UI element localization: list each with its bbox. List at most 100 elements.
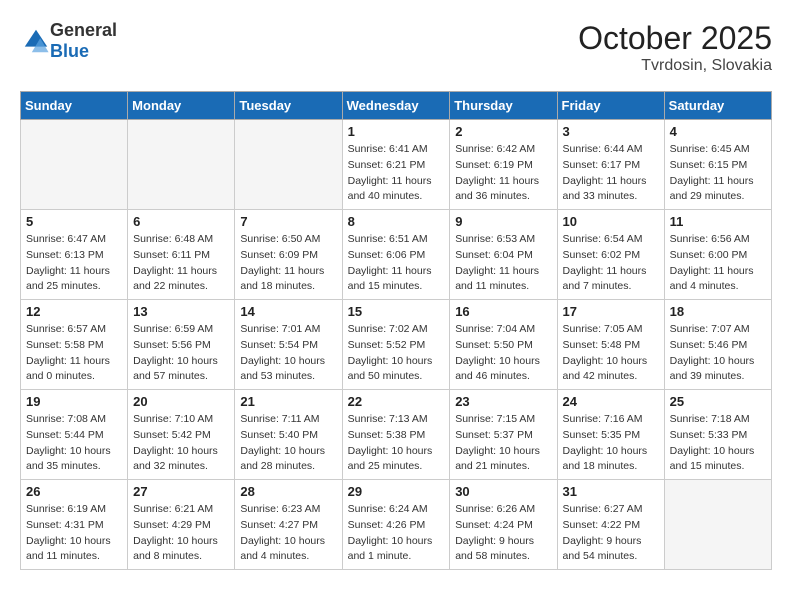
day-number: 18 <box>670 304 766 319</box>
calendar-cell: 7Sunrise: 6:50 AMSunset: 6:09 PMDaylight… <box>235 210 342 300</box>
calendar-cell: 10 Sunrise: 6:54 AMSunset: 6:02 PMDayligh… <box>557 210 664 300</box>
day-info: Sunrise: 7:18 AMSunset: 5:33 PMDaylight:… <box>670 412 766 475</box>
calendar-cell: 6 Sunrise: 6:48 AMSunset: 6:11 PMDaylight… <box>128 210 235 300</box>
calendar-cell: 26 Sunrise: 6:19 AMSunset: 4:31 PMDayligh… <box>21 480 128 570</box>
day-number: 13 <box>133 304 229 319</box>
day-info: Sunrise: 7:13 AMSunset: 5:38 PMDaylight:… <box>348 412 445 475</box>
day-number: 11 <box>670 214 766 229</box>
calendar-cell: 18 Sunrise: 7:07 AMSunset: 5:46 PMDayligh… <box>664 300 771 390</box>
day-number: 5 <box>26 214 122 229</box>
weekday-header-saturday: Saturday <box>664 92 771 120</box>
page-header: General Blue October 2025 Tvrdosin, Slov… <box>20 20 772 75</box>
calendar-cell: 15Sunrise: 7:02 AMSunset: 5:52 PMDayligh… <box>342 300 450 390</box>
weekday-header-friday: Friday <box>557 92 664 120</box>
day-info: Sunrise: 6:50 AMSunset: 6:09 PMDaylight:… <box>240 232 336 295</box>
day-info: Sunrise: 6:48 AMSunset: 6:11 PMDaylight:… <box>133 232 229 295</box>
calendar-cell: 17 Sunrise: 7:05 AMSunset: 5:48 PMDayligh… <box>557 300 664 390</box>
day-info: Sunrise: 6:56 AMSunset: 6:00 PMDaylight:… <box>670 232 766 295</box>
calendar-cell: 4 Sunrise: 6:45 AMSunset: 6:15 PMDaylight… <box>664 120 771 210</box>
day-number: 10 <box>563 214 659 229</box>
day-info: Sunrise: 6:51 AMSunset: 6:06 PMDaylight:… <box>348 232 445 295</box>
day-info: Sunrise: 6:53 AMSunset: 6:04 PMDaylight:… <box>455 232 551 295</box>
day-info: Sunrise: 7:05 AMSunset: 5:48 PMDaylight:… <box>563 322 659 385</box>
day-info: Sunrise: 6:54 AMSunset: 6:02 PMDaylight:… <box>563 232 659 295</box>
calendar-cell <box>128 120 235 210</box>
day-info: Sunrise: 7:10 AMSunset: 5:42 PMDaylight:… <box>133 412 229 475</box>
day-number: 24 <box>563 394 659 409</box>
calendar-cell: 19Sunrise: 7:08 AMSunset: 5:44 PMDayligh… <box>21 390 128 480</box>
day-number: 9 <box>455 214 551 229</box>
day-info: Sunrise: 7:07 AMSunset: 5:46 PMDaylight:… <box>670 322 766 385</box>
week-row-2: 5 Sunrise: 6:47 AMSunset: 6:13 PMDaylight… <box>21 210 772 300</box>
calendar-cell: 9 Sunrise: 6:53 AMSunset: 6:04 PMDaylight… <box>450 210 557 300</box>
logo-blue-text: Blue <box>50 41 89 61</box>
calendar-cell <box>235 120 342 210</box>
day-info: Sunrise: 6:57 AMSunset: 5:58 PMDaylight:… <box>26 322 122 385</box>
day-number: 28 <box>240 484 336 499</box>
day-number: 30 <box>455 484 551 499</box>
location-title: Tvrdosin, Slovakia <box>578 57 772 75</box>
day-number: 4 <box>670 124 766 139</box>
calendar-table: SundayMondayTuesdayWednesdayThursdayFrid… <box>20 91 772 570</box>
calendar-cell: 5 Sunrise: 6:47 AMSunset: 6:13 PMDaylight… <box>21 210 128 300</box>
week-row-4: 19Sunrise: 7:08 AMSunset: 5:44 PMDayligh… <box>21 390 772 480</box>
day-number: 6 <box>133 214 229 229</box>
day-info: Sunrise: 6:27 AMSunset: 4:22 PMDaylight:… <box>563 502 659 565</box>
logo: General Blue <box>20 20 117 62</box>
day-number: 25 <box>670 394 766 409</box>
day-info: Sunrise: 7:15 AMSunset: 5:37 PMDaylight:… <box>455 412 551 475</box>
weekday-header-thursday: Thursday <box>450 92 557 120</box>
weekday-header-row: SundayMondayTuesdayWednesdayThursdayFrid… <box>21 92 772 120</box>
calendar-cell: 22 Sunrise: 7:13 AMSunset: 5:38 PMDayligh… <box>342 390 450 480</box>
calendar-cell: 25 Sunrise: 7:18 AMSunset: 5:33 PMDayligh… <box>664 390 771 480</box>
day-info: Sunrise: 7:16 AMSunset: 5:35 PMDaylight:… <box>563 412 659 475</box>
day-number: 2 <box>455 124 551 139</box>
calendar-cell: 30 Sunrise: 6:26 AMSunset: 4:24 PMDayligh… <box>450 480 557 570</box>
day-number: 3 <box>563 124 659 139</box>
week-row-3: 12Sunrise: 6:57 AMSunset: 5:58 PMDayligh… <box>21 300 772 390</box>
calendar-cell: 29 Sunrise: 6:24 AMSunset: 4:26 PMDayligh… <box>342 480 450 570</box>
day-number: 31 <box>563 484 659 499</box>
day-info: Sunrise: 6:26 AMSunset: 4:24 PMDaylight:… <box>455 502 551 565</box>
week-row-5: 26 Sunrise: 6:19 AMSunset: 4:31 PMDayligh… <box>21 480 772 570</box>
day-info: Sunrise: 6:23 AMSunset: 4:27 PMDaylight:… <box>240 502 336 565</box>
day-info: Sunrise: 6:24 AMSunset: 4:26 PMDaylight:… <box>348 502 445 565</box>
day-number: 26 <box>26 484 122 499</box>
calendar-cell: 13 Sunrise: 6:59 AMSunset: 5:56 PMDayligh… <box>128 300 235 390</box>
calendar-cell: 12Sunrise: 6:57 AMSunset: 5:58 PMDayligh… <box>21 300 128 390</box>
day-number: 1 <box>348 124 445 139</box>
calendar-cell: 8 Sunrise: 6:51 AMSunset: 6:06 PMDaylight… <box>342 210 450 300</box>
day-info: Sunrise: 6:42 AMSunset: 6:19 PMDaylight:… <box>455 142 551 205</box>
calendar-cell: 14 Sunrise: 7:01 AMSunset: 5:54 PMDayligh… <box>235 300 342 390</box>
day-number: 22 <box>348 394 445 409</box>
day-info: Sunrise: 6:45 AMSunset: 6:15 PMDaylight:… <box>670 142 766 205</box>
calendar-cell: 20Sunrise: 7:10 AMSunset: 5:42 PMDayligh… <box>128 390 235 480</box>
day-info: Sunrise: 7:01 AMSunset: 5:54 PMDaylight:… <box>240 322 336 385</box>
calendar-cell: 21Sunrise: 7:11 AMSunset: 5:40 PMDayligh… <box>235 390 342 480</box>
calendar-cell: 23Sunrise: 7:15 AMSunset: 5:37 PMDayligh… <box>450 390 557 480</box>
day-info: Sunrise: 6:21 AMSunset: 4:29 PMDaylight:… <box>133 502 229 565</box>
day-number: 27 <box>133 484 229 499</box>
day-info: Sunrise: 6:47 AMSunset: 6:13 PMDaylight:… <box>26 232 122 295</box>
day-info: Sunrise: 6:19 AMSunset: 4:31 PMDaylight:… <box>26 502 122 565</box>
calendar-cell: 11 Sunrise: 6:56 AMSunset: 6:00 PMDayligh… <box>664 210 771 300</box>
calendar-cell: 16Sunrise: 7:04 AMSunset: 5:50 PMDayligh… <box>450 300 557 390</box>
week-row-1: 1Sunrise: 6:41 AMSunset: 6:21 PMDaylight… <box>21 120 772 210</box>
calendar-cell: 31 Sunrise: 6:27 AMSunset: 4:22 PMDayligh… <box>557 480 664 570</box>
month-title: October 2025 <box>578 20 772 57</box>
logo-general-text: General <box>50 20 117 40</box>
day-number: 16 <box>455 304 551 319</box>
day-info: Sunrise: 6:59 AMSunset: 5:56 PMDaylight:… <box>133 322 229 385</box>
logo-icon <box>22 27 50 55</box>
day-number: 8 <box>348 214 445 229</box>
calendar-cell: 3Sunrise: 6:44 AMSunset: 6:17 PMDaylight… <box>557 120 664 210</box>
day-info: Sunrise: 7:02 AMSunset: 5:52 PMDaylight:… <box>348 322 445 385</box>
calendar-cell: 28 Sunrise: 6:23 AMSunset: 4:27 PMDayligh… <box>235 480 342 570</box>
day-number: 17 <box>563 304 659 319</box>
weekday-header-monday: Monday <box>128 92 235 120</box>
day-number: 29 <box>348 484 445 499</box>
calendar-cell: 1Sunrise: 6:41 AMSunset: 6:21 PMDaylight… <box>342 120 450 210</box>
day-number: 14 <box>240 304 336 319</box>
day-number: 21 <box>240 394 336 409</box>
title-block: October 2025 Tvrdosin, Slovakia <box>578 20 772 75</box>
